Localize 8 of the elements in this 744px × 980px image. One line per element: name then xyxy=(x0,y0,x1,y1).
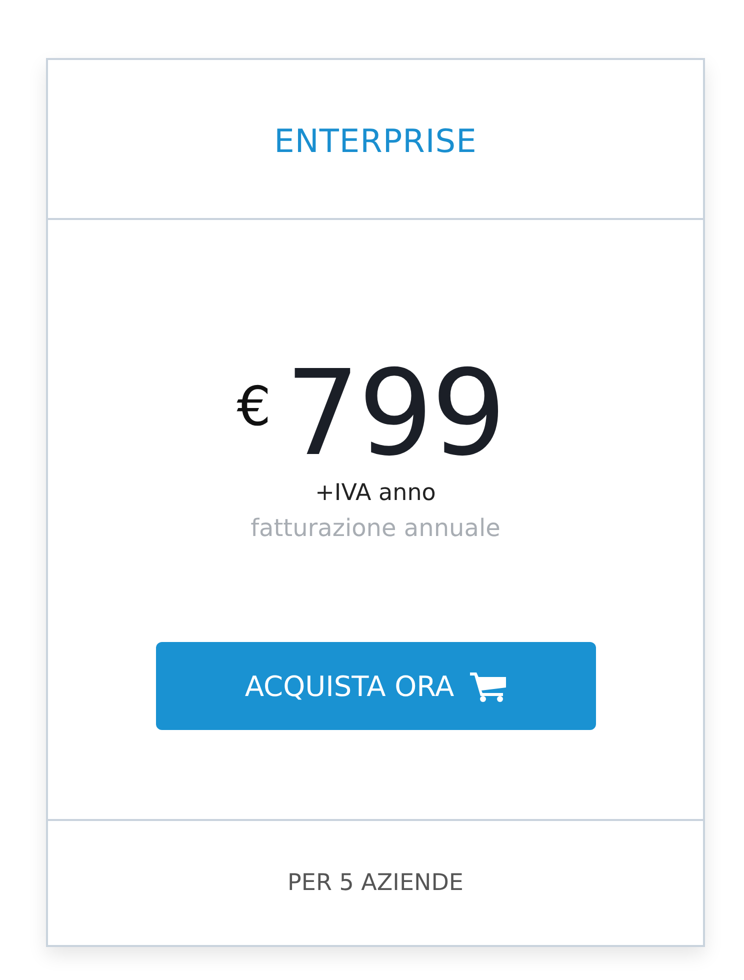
price-suffix: +IVA anno xyxy=(315,480,436,506)
currency-symbol: € xyxy=(236,380,272,434)
price-amount: 799 xyxy=(285,354,504,472)
billing-note: fatturazione annuale xyxy=(250,514,500,542)
plan-title: ENTERPRISE xyxy=(274,121,477,160)
companies-count: PER 5 AZIENDE xyxy=(288,870,464,896)
cart-icon xyxy=(470,670,506,702)
buy-now-button[interactable]: ACQUISTA ORA xyxy=(156,642,596,730)
